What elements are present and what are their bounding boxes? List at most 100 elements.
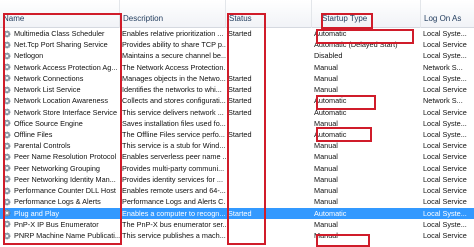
service-row[interactable]: Network List Service Identifies the netwo… — [0, 84, 474, 95]
service-log-on-as: Local Service — [423, 186, 467, 196]
service-row[interactable]: Offline Files The Offline Files service p… — [0, 129, 474, 140]
service-description: Provides identity services for ... — [122, 174, 223, 184]
service-startup-type: Manual — [314, 141, 338, 151]
service-startup-type: Manual — [314, 73, 338, 83]
service-name: Netlogon — [14, 51, 44, 61]
service-name: Performance Counter DLL Host — [14, 186, 116, 196]
service-name: Office Source Engine — [14, 118, 83, 128]
service-row[interactable]: Plug and Play Enables a computer to recog… — [0, 207, 474, 219]
column-header-description[interactable]: Description — [120, 0, 226, 28]
service-name: Network Store Interface Service — [14, 107, 118, 117]
service-startup-type: Manual — [314, 118, 338, 128]
service-name: Parental Controls — [14, 141, 71, 151]
service-name: Performance Logs & Alerts — [14, 197, 101, 207]
service-startup-type: Manual — [314, 230, 338, 240]
service-status — [226, 174, 312, 185]
service-row[interactable]: Network Connections Manages objects in th… — [0, 73, 474, 84]
service-row[interactable]: Network Location Awareness Collects and s… — [0, 95, 474, 106]
service-name: Net.Tcp Port Sharing Service — [14, 40, 108, 50]
service-log-on-as: Local Service — [423, 40, 467, 50]
column-header-log-on-as[interactable]: Log On As — [421, 0, 474, 28]
service-log-on-as: Network S... — [423, 96, 463, 106]
service-status: Started — [228, 29, 252, 38]
service-name: Network Connections — [14, 73, 84, 83]
service-log-on-as: Local Service — [423, 174, 467, 184]
service-log-on-as: Local Syste... — [423, 51, 467, 61]
service-status — [226, 118, 312, 129]
service-log-on-as: Local Service — [423, 163, 467, 173]
service-log-on-as: Local Service — [423, 230, 467, 240]
service-description: Enables serverless peer name ... — [122, 152, 226, 162]
service-startup-type: Automatic (Delayed Start) — [314, 40, 398, 50]
service-log-on-as: Local Service — [423, 141, 467, 151]
service-name: Peer Networking Identity Man... — [14, 174, 116, 184]
service-row[interactable]: Peer Networking Identity Man... Provides … — [0, 174, 474, 185]
service-log-on-as: Local Service — [423, 152, 467, 162]
service-row[interactable]: Network Store Interface Service This serv… — [0, 107, 474, 118]
service-row[interactable]: Parental Controls This service is a stub … — [0, 140, 474, 151]
service-status — [226, 219, 312, 230]
service-log-on-as: Local Syste... — [423, 29, 467, 38]
service-description: The PnP-X bus enumerator ser... — [122, 219, 226, 229]
service-status — [226, 39, 312, 50]
service-startup-type: Automatic — [314, 96, 347, 106]
service-description: Maintains a secure channel be... — [122, 51, 226, 61]
service-status — [226, 163, 312, 174]
service-log-on-as: Local Syste... — [423, 219, 467, 229]
service-startup-type: Manual — [314, 163, 338, 173]
service-log-on-as: Local Service — [423, 107, 467, 117]
service-startup-type: Manual — [314, 62, 338, 72]
service-status: Started — [228, 208, 252, 218]
service-name: PNRP Machine Name Publicati... — [14, 230, 120, 240]
service-log-on-as: Local Syste... — [423, 118, 467, 128]
service-name: Network Location Awareness — [14, 96, 108, 106]
service-name: Peer Name Resolution Protocol — [14, 152, 117, 162]
service-status — [226, 230, 312, 241]
service-startup-type: Automatic — [314, 29, 347, 38]
service-description: This service delivers network ... — [122, 107, 224, 117]
service-status — [226, 50, 312, 61]
service-rows: Multimedia Class Scheduler Enables relati… — [0, 28, 474, 241]
service-name: Peer Networking Grouping — [14, 163, 100, 173]
service-row[interactable]: Net.Tcp Port Sharing Service Provides abi… — [0, 39, 474, 50]
service-status: Started — [228, 96, 252, 106]
service-log-on-as: Local Syste... — [423, 73, 467, 83]
service-startup-type: Disabled — [314, 51, 343, 61]
service-description: Enables a computer to recogn... — [122, 208, 226, 218]
service-row[interactable]: Multimedia Class Scheduler Enables relati… — [0, 28, 474, 39]
service-startup-type: Automatic — [314, 129, 347, 139]
service-row[interactable]: Network Access Protection Ag... The Netwo… — [0, 62, 474, 73]
service-description: Manages objects in the Netwo... — [122, 73, 226, 83]
service-startup-type: Manual — [314, 152, 338, 162]
service-log-on-as: Local Syste... — [423, 129, 467, 139]
service-status — [226, 151, 312, 162]
service-name: Multimedia Class Scheduler — [14, 29, 105, 38]
service-row[interactable]: Peer Name Resolution Protocol Enables ser… — [0, 151, 474, 162]
service-row[interactable]: PnP-X IP Bus Enumerator The PnP-X bus enu… — [0, 219, 474, 230]
service-description: Saves installation files used fo... — [122, 118, 226, 128]
service-status: Started — [228, 73, 252, 83]
service-startup-type: Automatic — [314, 107, 347, 117]
service-row[interactable]: Performance Logs & Alerts Performance Log… — [0, 196, 474, 207]
service-description: This service publishes a mach... — [122, 230, 226, 240]
service-description: The Network Access Protection... — [122, 62, 226, 72]
service-row[interactable]: Office Source Engine Saves installation f… — [0, 118, 474, 129]
service-name: Network List Service — [14, 85, 81, 95]
service-description: Enables relative prioritization ... — [122, 29, 224, 38]
service-status: Started — [228, 107, 252, 117]
service-status: Started — [228, 85, 252, 95]
service-row[interactable]: Peer Networking Grouping Provides multi-p… — [0, 163, 474, 174]
service-status — [226, 185, 312, 196]
service-name: PnP-X IP Bus Enumerator — [14, 219, 99, 229]
column-header-status[interactable]: Status — [226, 0, 312, 28]
service-row[interactable]: PNRP Machine Name Publicati... This servi… — [0, 230, 474, 241]
service-startup-type: Manual — [314, 174, 338, 184]
service-status — [226, 196, 312, 207]
service-row[interactable]: Performance Counter DLL Host Enables remo… — [0, 185, 474, 196]
column-header-startup-type[interactable]: Startup Type — [312, 0, 421, 28]
service-name: Offline Files — [14, 129, 53, 139]
column-header-name[interactable]: Name — [0, 0, 120, 28]
service-startup-type: Manual — [314, 85, 338, 95]
service-log-on-as: Network S... — [423, 62, 463, 72]
service-row[interactable]: Netlogon Maintains a secure channel be...… — [0, 50, 474, 61]
